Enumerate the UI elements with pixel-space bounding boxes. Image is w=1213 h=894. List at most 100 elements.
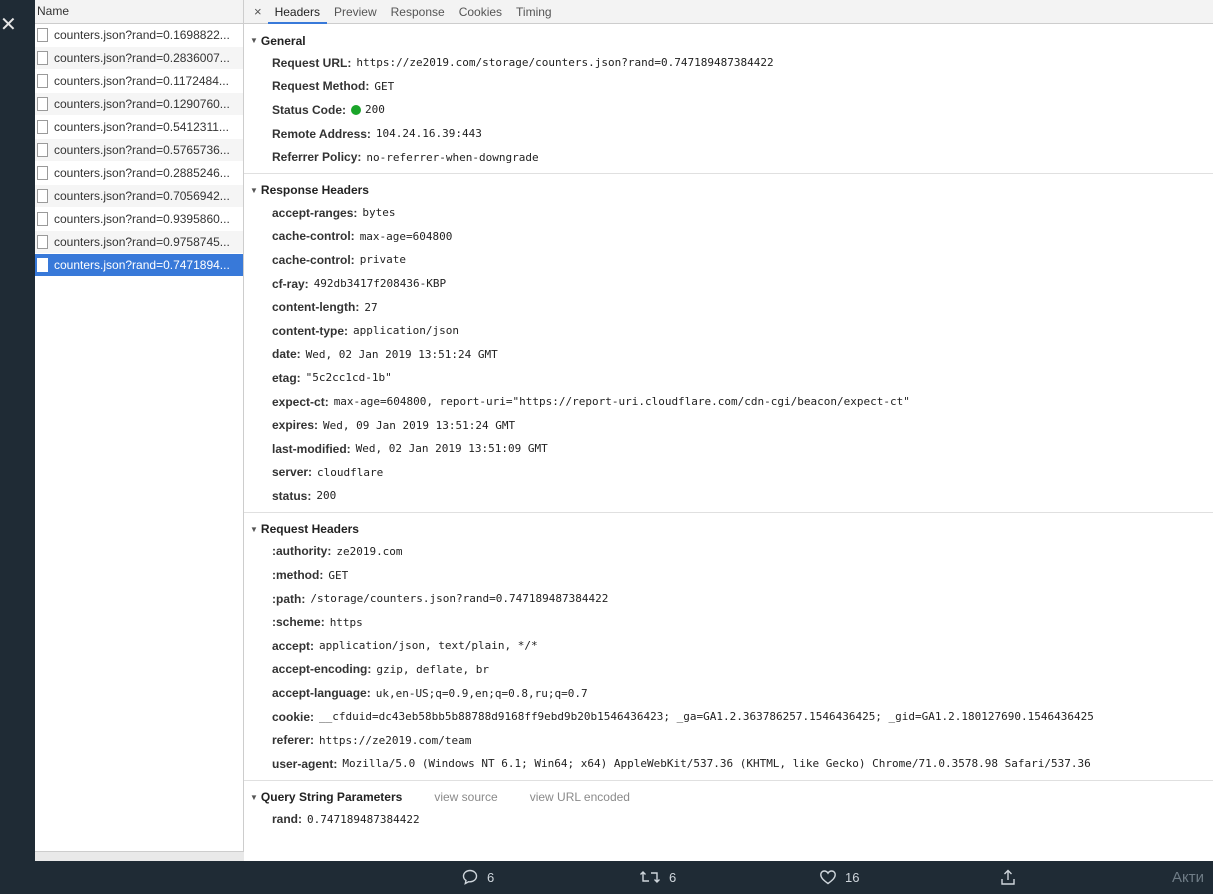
request-detail-pane: × Headers Preview Response Cookies Timin… bbox=[244, 0, 1213, 861]
header-value: https://ze2019.com/storage/counters.json… bbox=[356, 56, 774, 70]
header-value: private bbox=[359, 253, 407, 267]
header-key: date: bbox=[272, 347, 301, 362]
request-row[interactable]: counters.json?rand=0.5765736... bbox=[35, 139, 243, 162]
header-row: last-modified: Wed, 02 Jan 2019 13:51:09 … bbox=[244, 437, 1213, 461]
header-key: Referrer Policy: bbox=[272, 150, 362, 165]
header-row: referer: https://ze2019.com/team bbox=[244, 728, 1213, 752]
header-row: :scheme: https bbox=[244, 610, 1213, 634]
header-key: :authority: bbox=[272, 544, 332, 559]
like-button[interactable]: 16 bbox=[819, 868, 859, 886]
header-value: 200 bbox=[316, 489, 337, 503]
view-url-encoded-link[interactable]: view URL encoded bbox=[530, 790, 630, 804]
header-value: Wed, 02 Jan 2019 13:51:09 GMT bbox=[355, 442, 548, 456]
header-value: Wed, 02 Jan 2019 13:51:24 GMT bbox=[305, 347, 498, 361]
tab-timing[interactable]: Timing bbox=[509, 0, 559, 24]
request-name: counters.json?rand=0.7056942... bbox=[54, 189, 230, 203]
request-name: counters.json?rand=0.1290760... bbox=[54, 97, 230, 111]
response-headers-section: ▼ Response Headers accept-ranges: bytes c… bbox=[244, 174, 1213, 513]
devtools-network-panel: Name counters.json?rand=0.1698822... coun… bbox=[35, 0, 1213, 861]
query-string-toggle[interactable]: ▼ Query String Parameters view source vi… bbox=[244, 781, 1213, 805]
header-row: rand: 0.747189487384422 bbox=[244, 808, 1213, 832]
header-value: max-age=604800, report-uri="https://repo… bbox=[333, 395, 910, 409]
header-value: GET bbox=[328, 568, 349, 582]
header-value: 104.24.16.39:443 bbox=[375, 127, 482, 141]
request-row[interactable]: counters.json?rand=0.9758745... bbox=[35, 231, 243, 254]
tweet-action-bar: 6 6 16 Акти bbox=[0, 868, 1213, 894]
tab-cookies[interactable]: Cookies bbox=[452, 0, 509, 24]
request-headers-toggle[interactable]: ▼ Request Headers bbox=[244, 513, 1213, 537]
request-row[interactable]: counters.json?rand=0.2836007... bbox=[35, 47, 243, 70]
request-name: counters.json?rand=0.5412311... bbox=[54, 120, 229, 134]
request-row[interactable]: counters.json?rand=0.1290760... bbox=[35, 93, 243, 116]
file-icon bbox=[37, 166, 48, 180]
view-source-link[interactable]: view source bbox=[434, 790, 497, 804]
header-value: "5c2cc1cd-1b" bbox=[305, 371, 392, 385]
header-row: accept: application/json, text/plain, */* bbox=[244, 634, 1213, 658]
header-value: bytes bbox=[362, 206, 396, 220]
header-value: 200 bbox=[365, 103, 385, 117]
header-key: expires: bbox=[272, 418, 319, 433]
header-row: server: cloudflare bbox=[244, 461, 1213, 485]
section-title: General bbox=[260, 33, 306, 48]
request-headers-section: ▼ Request Headers :authority: ze2019.com … bbox=[244, 513, 1213, 781]
tab-response[interactable]: Response bbox=[384, 0, 452, 24]
header-row: Remote Address: 104.24.16.39:443 bbox=[244, 122, 1213, 146]
header-key: status: bbox=[272, 488, 312, 503]
header-key: cookie: bbox=[272, 709, 315, 724]
request-row[interactable]: counters.json?rand=0.7056942... bbox=[35, 185, 243, 208]
overlay-text: Акти bbox=[1172, 869, 1204, 886]
retweet-button[interactable]: 6 bbox=[639, 868, 676, 886]
request-row[interactable]: counters.json?rand=0.9395860... bbox=[35, 208, 243, 231]
header-row: :authority: ze2019.com bbox=[244, 540, 1213, 564]
tab-preview[interactable]: Preview bbox=[327, 0, 384, 24]
request-name: counters.json?rand=0.9395860... bbox=[54, 212, 230, 226]
horizontal-scrollbar[interactable] bbox=[35, 851, 244, 861]
header-row: Request Method: GET bbox=[244, 75, 1213, 99]
header-key: cf-ray: bbox=[272, 276, 309, 291]
request-name-list: Name counters.json?rand=0.1698822... coun… bbox=[35, 0, 244, 861]
header-row: :path: /storage/counters.json?rand=0.7471… bbox=[244, 587, 1213, 611]
header-value: application/json bbox=[353, 324, 459, 338]
response-headers-toggle[interactable]: ▼ Response Headers bbox=[244, 174, 1213, 198]
like-count: 16 bbox=[845, 869, 860, 885]
header-key: cache-control: bbox=[272, 252, 355, 267]
section-title: Query String Parameters bbox=[260, 790, 403, 805]
close-detail-icon[interactable]: × bbox=[244, 4, 268, 19]
header-key: Status Code: bbox=[272, 102, 347, 117]
section-title: Request Headers bbox=[260, 522, 359, 537]
header-value: gzip, deflate, br bbox=[376, 662, 489, 676]
file-icon bbox=[37, 120, 48, 134]
header-value: 27 bbox=[364, 300, 378, 314]
heart-icon bbox=[820, 870, 836, 885]
triangle-down-icon: ▼ bbox=[250, 185, 258, 195]
share-button[interactable] bbox=[999, 868, 1017, 886]
tab-headers[interactable]: Headers bbox=[267, 0, 327, 24]
request-name: counters.json?rand=0.2885246... bbox=[54, 166, 230, 180]
request-row[interactable]: counters.json?rand=0.2885246... bbox=[35, 162, 243, 185]
header-key: expect-ct: bbox=[272, 394, 329, 409]
header-row: accept-language: uk,en-US;q=0.9,en;q=0.8,… bbox=[244, 681, 1213, 705]
triangle-down-icon: ▼ bbox=[250, 524, 258, 534]
share-icon bbox=[1001, 869, 1015, 885]
request-row[interactable]: counters.json?rand=0.1698822... bbox=[35, 24, 243, 47]
header-value: 492db3417f208436-KBP bbox=[313, 277, 447, 291]
name-column-header[interactable]: Name bbox=[35, 0, 243, 24]
header-row: :method: GET bbox=[244, 563, 1213, 587]
header-key: :method: bbox=[272, 568, 324, 583]
header-row: expires: Wed, 09 Jan 2019 13:51:24 GMT bbox=[244, 413, 1213, 437]
file-icon bbox=[37, 74, 48, 88]
header-key: accept: bbox=[272, 638, 315, 653]
request-name: counters.json?rand=0.1172484... bbox=[54, 74, 229, 88]
header-value: Wed, 09 Jan 2019 13:51:24 GMT bbox=[323, 418, 516, 432]
header-value: /storage/counters.json?rand=0.7471894873… bbox=[310, 592, 609, 606]
file-icon bbox=[37, 212, 48, 226]
request-row[interactable]: counters.json?rand=0.1172484... bbox=[35, 70, 243, 93]
request-row[interactable]: counters.json?rand=0.7471894... bbox=[35, 254, 243, 277]
reply-button[interactable]: 6 bbox=[461, 868, 494, 886]
close-icon[interactable]: ✕ bbox=[0, 14, 17, 34]
file-icon bbox=[37, 235, 48, 249]
retweet-icon bbox=[640, 871, 660, 883]
general-section-toggle[interactable]: ▼ General bbox=[244, 24, 1213, 48]
header-key: accept-ranges: bbox=[272, 205, 358, 220]
request-row[interactable]: counters.json?rand=0.5412311... bbox=[35, 116, 243, 139]
